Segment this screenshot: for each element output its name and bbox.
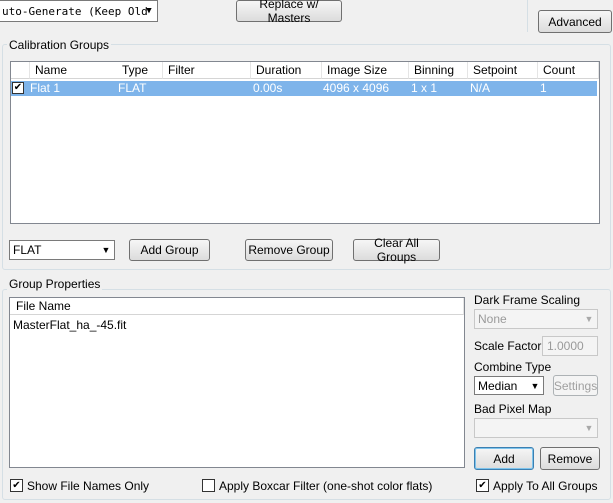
column-header-image-size[interactable]: Image Size xyxy=(322,62,409,79)
clear-all-groups-button[interactable]: Clear All Groups xyxy=(353,236,440,264)
add-file-button[interactable]: Add xyxy=(474,447,534,470)
dark-frame-scaling-value: None xyxy=(478,312,507,326)
group-type-value: FLAT xyxy=(13,243,42,257)
chevron-down-icon: ▼ xyxy=(584,423,594,433)
auto-generate-select[interactable]: uto-Generate (Keep Old ▼ xyxy=(0,0,158,22)
bad-pixel-map-label: Bad Pixel Map xyxy=(474,402,552,416)
show-file-names-label: Show File Names Only xyxy=(27,479,150,493)
boxcar-filter-label: Apply Boxcar Filter (one-shot color flat… xyxy=(219,479,433,493)
row-count: 1 xyxy=(540,81,547,95)
calibration-groups-title: Calibration Groups xyxy=(7,38,112,52)
bad-pixel-map-select[interactable]: ▼ xyxy=(474,418,598,438)
apply-to-all-groups-label: Apply To All Groups xyxy=(493,479,598,493)
add-group-button[interactable]: Add Group xyxy=(129,239,210,261)
scale-factor-input[interactable]: 1.0000 xyxy=(542,336,598,356)
file-list[interactable]: File Name MasterFlat_ha_-45.fit xyxy=(9,297,465,468)
scale-factor-value: 1.0000 xyxy=(547,339,584,353)
remove-group-button[interactable]: Remove Group xyxy=(245,239,333,261)
column-header-type[interactable]: Type xyxy=(117,62,163,79)
dark-frame-scaling-select[interactable]: None ▼ xyxy=(474,309,598,329)
column-header-count[interactable]: Count xyxy=(538,62,599,79)
column-header-check[interactable] xyxy=(11,62,30,79)
row-duration: 0.00s xyxy=(253,81,283,95)
auto-generate-select-value: uto-Generate (Keep Old xyxy=(2,4,148,18)
show-file-names-checkbox[interactable]: ✔ xyxy=(10,479,23,492)
row-image-size: 4096 x 4096 xyxy=(323,81,390,95)
scale-factor-label: Scale Factor xyxy=(474,339,542,353)
top-divider xyxy=(527,0,528,32)
column-header-name[interactable]: Name xyxy=(30,62,127,79)
chevron-down-icon: ▼ xyxy=(584,314,594,324)
settings-button[interactable]: Settings xyxy=(553,375,598,396)
list-item[interactable]: MasterFlat_ha_-45.fit xyxy=(13,318,126,332)
column-header-binning[interactable]: Binning xyxy=(409,62,468,79)
chevron-down-icon: ▼ xyxy=(101,245,111,255)
dark-frame-scaling-label: Dark Frame Scaling xyxy=(474,293,581,307)
boxcar-filter-checkbox[interactable] xyxy=(202,479,215,492)
remove-file-button[interactable]: Remove xyxy=(540,447,600,470)
row-binning: 1 x 1 xyxy=(411,81,438,95)
combine-type-label: Combine Type xyxy=(474,360,552,374)
column-header-filter[interactable]: Filter xyxy=(163,62,251,79)
chevron-down-icon: ▼ xyxy=(146,6,152,16)
row-setpoint: N/A xyxy=(470,81,491,95)
table-row[interactable]: ✔ Flat 1 FLAT 0.00s 4096 x 4096 1 x 1 N/… xyxy=(11,81,597,96)
group-type-select[interactable]: FLAT ▼ xyxy=(9,240,115,260)
column-header-duration[interactable]: Duration xyxy=(251,62,322,79)
chevron-down-icon: ▼ xyxy=(530,380,540,391)
combine-type-select[interactable]: Median ▼ xyxy=(474,376,544,395)
row-type: FLAT xyxy=(118,81,147,95)
checkmark-icon: ✔ xyxy=(478,479,487,491)
checkmark-icon: ✔ xyxy=(12,479,21,491)
row-checkbox[interactable]: ✔ xyxy=(12,82,24,94)
calibration-groups-list[interactable]: Name Type Filter Duration Image Size Bin… xyxy=(10,61,600,224)
row-name: Flat 1 xyxy=(30,81,61,95)
column-header-file-name[interactable]: File Name xyxy=(10,298,464,315)
checkmark-icon: ✔ xyxy=(13,82,23,93)
advanced-button[interactable]: Advanced xyxy=(538,10,612,33)
group-properties-title: Group Properties xyxy=(7,277,103,291)
row-filter xyxy=(158,81,164,96)
combine-type-value: Median xyxy=(478,378,518,393)
apply-to-all-groups-checkbox[interactable]: ✔ xyxy=(476,479,489,492)
replace-with-masters-button[interactable]: Replace w/ Masters xyxy=(236,0,342,25)
column-header-setpoint[interactable]: Setpoint xyxy=(468,62,538,79)
